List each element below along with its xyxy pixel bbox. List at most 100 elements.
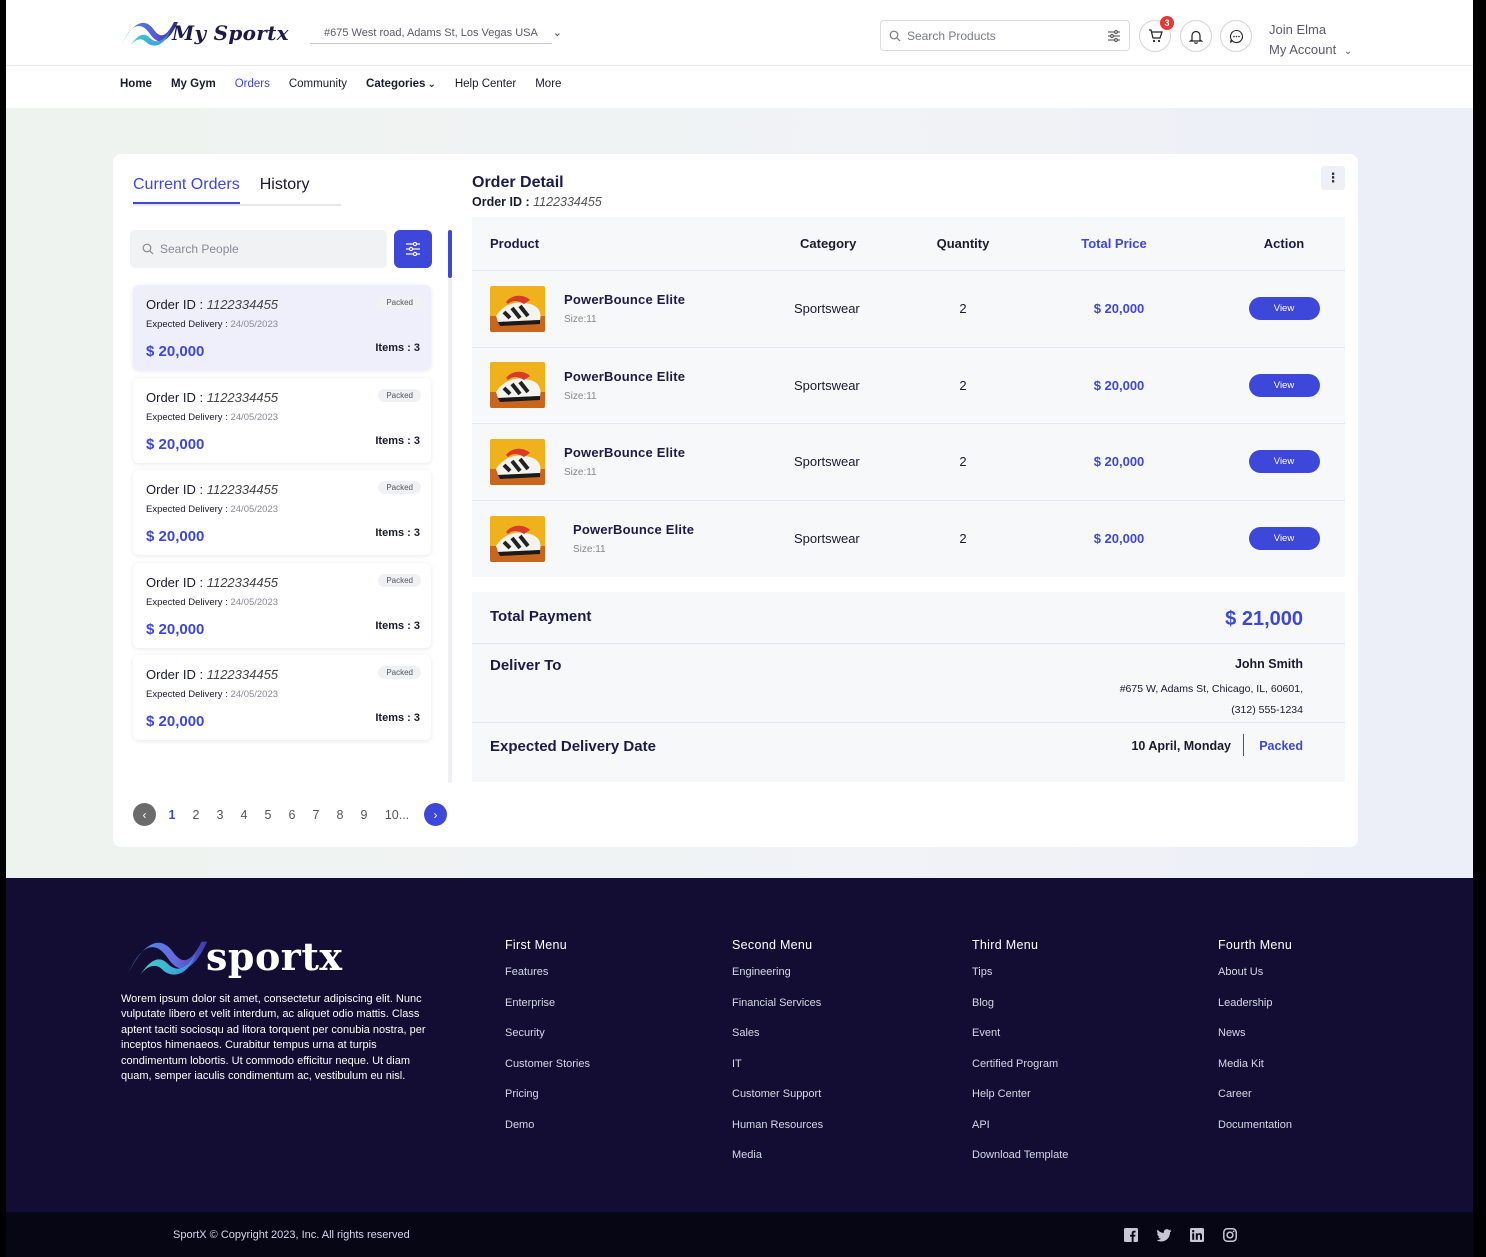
footer-link[interactable]: Documentation bbox=[1218, 1119, 1292, 1150]
order-price: $ 20,000 bbox=[146, 343, 205, 360]
footer-link[interactable]: Sales bbox=[732, 1027, 823, 1058]
footer-link[interactable]: Media Kit bbox=[1218, 1058, 1292, 1089]
product-search[interactable]: Search Products bbox=[880, 20, 1130, 51]
order-card[interactable]: Order ID : 1122334455 Packed Expected De… bbox=[133, 655, 431, 740]
footer-link[interactable]: Security bbox=[505, 1027, 590, 1058]
scrollbar-thumb[interactable] bbox=[448, 230, 452, 278]
people-search[interactable]: Search People bbox=[130, 230, 387, 268]
footer-link[interactable]: Features bbox=[505, 966, 590, 997]
footer-link[interactable]: Help Center bbox=[972, 1088, 1068, 1119]
orders-scrollbar[interactable] bbox=[448, 230, 452, 783]
facebook-icon[interactable] bbox=[1123, 1227, 1139, 1243]
footer-link[interactable]: Event bbox=[972, 1027, 1068, 1058]
footer-link[interactable]: Certified Program bbox=[972, 1058, 1068, 1089]
nav-home[interactable]: Home bbox=[120, 78, 152, 90]
linkedin-icon[interactable] bbox=[1189, 1227, 1205, 1243]
view-button[interactable]: View bbox=[1248, 450, 1320, 474]
next-page-button[interactable]: › bbox=[424, 803, 447, 826]
footer-link[interactable]: Financial Services bbox=[732, 997, 823, 1028]
order-price: $ 20,000 bbox=[146, 528, 205, 545]
order-card[interactable]: Order ID : 1122334455 Packed Expected De… bbox=[133, 470, 431, 555]
prev-page-button[interactable]: ‹ bbox=[133, 803, 156, 826]
footer-link[interactable]: Media bbox=[732, 1149, 823, 1180]
page-5[interactable]: 5 bbox=[256, 808, 280, 822]
location-selector[interactable]: #675 West road, Adams St, Los Vegas USA … bbox=[310, 22, 562, 44]
order-card[interactable]: Order ID : 1122334455 Packed Expected De… bbox=[133, 285, 431, 370]
product-category: Sportswear bbox=[794, 454, 860, 470]
expected-delivery-label: Expected Delivery Date bbox=[490, 738, 656, 755]
footer-link[interactable]: Tips bbox=[972, 966, 1068, 997]
product-thumbnail bbox=[490, 515, 545, 562]
page-6[interactable]: 6 bbox=[280, 808, 304, 822]
account-menu[interactable]: Join Elma My Account ⌄ bbox=[1269, 20, 1352, 62]
order-items-table: Product Category Quantity Total Price Ac… bbox=[472, 217, 1345, 577]
page-9[interactable]: 9 bbox=[352, 808, 376, 822]
footer-link[interactable]: Pricing bbox=[505, 1088, 590, 1119]
expected-delivery-date: 10 April, Monday bbox=[1131, 739, 1231, 753]
footer-link[interactable]: Engineering bbox=[732, 966, 823, 997]
order-id-label: Order ID : bbox=[146, 574, 204, 590]
page-4[interactable]: 4 bbox=[232, 808, 256, 822]
messages-button[interactable] bbox=[1220, 20, 1252, 52]
nav-help-center[interactable]: Help Center bbox=[455, 78, 516, 90]
people-search-input[interactable]: Search People bbox=[160, 242, 239, 256]
footer-logo[interactable]: sportx bbox=[120, 934, 343, 979]
search-input[interactable]: Search Products bbox=[907, 29, 1107, 43]
order-card[interactable]: Order ID : 1122334455 Packed Expected De… bbox=[133, 562, 431, 648]
twitter-icon[interactable] bbox=[1156, 1227, 1172, 1243]
instagram-icon[interactable] bbox=[1222, 1227, 1238, 1243]
nav-community[interactable]: Community bbox=[289, 78, 347, 90]
cart-button[interactable]: 3 bbox=[1139, 16, 1174, 52]
copyright-text: SportX © Copyright 2023, Inc. All rights… bbox=[173, 1229, 410, 1241]
footer-link[interactable]: Blog bbox=[972, 997, 1068, 1028]
footer-link[interactable]: Customer Stories bbox=[505, 1058, 590, 1089]
order-card[interactable]: Order ID : 1122334455 Packed Expected De… bbox=[133, 377, 431, 463]
footer-link[interactable]: Enterprise bbox=[505, 997, 590, 1028]
nav-categories[interactable]: Categories ⌄ bbox=[366, 78, 436, 90]
order-detail-title: Order Detail bbox=[472, 174, 564, 191]
footer-column-third: Third Menu Tips Blog Event Certified Pro… bbox=[972, 938, 1068, 1180]
brand-name: My Sportx bbox=[172, 21, 289, 45]
pagination: ‹ 1 2 3 4 5 6 7 8 9 10... › bbox=[133, 803, 447, 826]
nav-orders[interactable]: Orders bbox=[235, 78, 270, 90]
notifications-button[interactable] bbox=[1180, 20, 1212, 52]
view-button[interactable]: View bbox=[1248, 373, 1320, 397]
order-summary: Total Payment $ 21,000 Deliver To John S… bbox=[472, 592, 1345, 782]
page-2[interactable]: 2 bbox=[184, 808, 208, 822]
recipient-name: John Smith bbox=[1234, 657, 1303, 671]
footer-link[interactable]: About Us bbox=[1218, 966, 1292, 997]
delivery-label: Expected Delivery : bbox=[146, 319, 228, 330]
page-7[interactable]: 7 bbox=[304, 808, 328, 822]
page-8[interactable]: 8 bbox=[328, 808, 352, 822]
view-button[interactable]: View bbox=[1248, 527, 1320, 551]
page-10[interactable]: 10... bbox=[376, 808, 418, 822]
delivery-label: Expected Delivery : bbox=[146, 689, 228, 700]
page-1[interactable]: 1 bbox=[160, 808, 184, 822]
view-button[interactable]: View bbox=[1248, 297, 1320, 321]
footer-link[interactable]: News bbox=[1218, 1027, 1292, 1058]
brand-logo[interactable]: My Sportx bbox=[120, 18, 289, 48]
footer-link[interactable]: IT bbox=[732, 1058, 823, 1089]
footer-link[interactable]: Leadership bbox=[1218, 997, 1292, 1028]
filter-sliders-icon[interactable] bbox=[1107, 29, 1121, 42]
table-header: Product Category Quantity Total Price Ac… bbox=[472, 217, 1345, 271]
footer-link[interactable]: API bbox=[972, 1119, 1068, 1150]
deliver-to-label: Deliver To bbox=[490, 657, 562, 674]
delivery-date: 24/05/2023 bbox=[230, 504, 279, 515]
filter-button[interactable] bbox=[394, 230, 432, 268]
footer-link[interactable]: Demo bbox=[505, 1119, 590, 1150]
col-category: Category bbox=[800, 236, 857, 251]
order-id-label: Order ID : bbox=[146, 482, 204, 497]
nav-my-gym[interactable]: My Gym bbox=[171, 78, 216, 90]
tab-current-orders[interactable]: Current Orders bbox=[133, 176, 240, 204]
order-id: 1122334455 bbox=[206, 667, 279, 682]
more-options-icon[interactable]: ⋮ bbox=[1321, 166, 1345, 190]
footer-link[interactable]: Customer Support bbox=[732, 1088, 823, 1119]
nav-more[interactable]: More bbox=[535, 78, 561, 90]
tab-history[interactable]: History bbox=[260, 176, 310, 204]
page-3[interactable]: 3 bbox=[208, 808, 232, 822]
footer-link[interactable]: Human Resources bbox=[732, 1119, 823, 1150]
footer-link[interactable]: Download Template bbox=[972, 1149, 1068, 1180]
footer-link[interactable]: Career bbox=[1218, 1088, 1292, 1119]
product-category: Sportswear bbox=[794, 301, 860, 317]
